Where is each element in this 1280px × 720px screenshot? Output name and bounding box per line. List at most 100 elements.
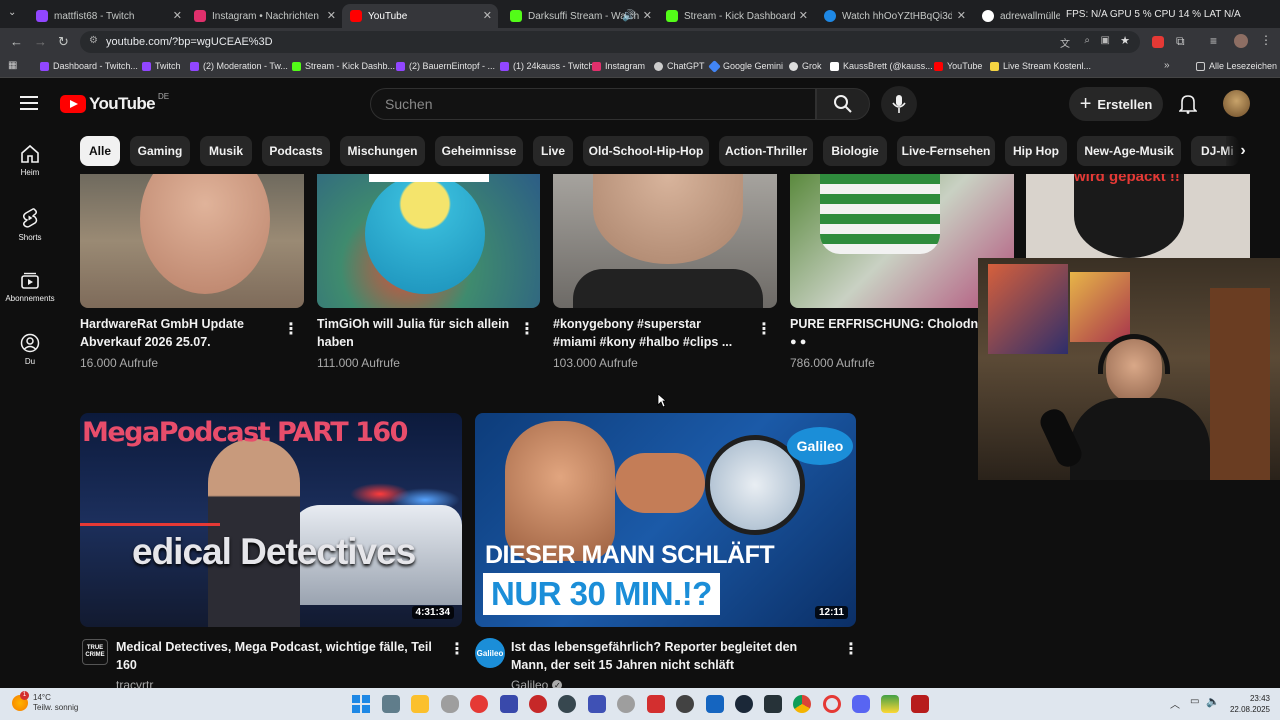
volume-tray-icon[interactable]: 🔈 <box>1206 695 1220 708</box>
sidebar-item-home[interactable]: Heim <box>0 144 60 177</box>
video-menu-kebab-icon[interactable]: ⋮ <box>519 322 535 338</box>
bookmark-item[interactable]: KaussBrett (@kauss... <box>830 61 933 71</box>
visual-studio-icon[interactable] <box>500 695 518 713</box>
close-tab-icon[interactable]: ✕ <box>173 9 182 22</box>
youtube-logo[interactable]: YouTube DE <box>60 92 169 114</box>
obs-icon[interactable] <box>558 695 576 713</box>
weather-widget[interactable]: 1 14°C Teilw. sonnig <box>12 691 78 713</box>
all-bookmarks-folder[interactable]: Alle Lesezeichen <box>1196 61 1277 71</box>
bookmark-item[interactable]: Instagram <box>592 61 645 71</box>
video-title[interactable]: Ist das lebensgefährlich? Reporter begle… <box>511 638 831 674</box>
sidebar-item-shorts[interactable]: Shorts <box>0 207 60 242</box>
video-thumbnail[interactable] <box>553 174 777 308</box>
bookmark-star-icon[interactable]: ★ <box>1120 34 1130 47</box>
tray-chevron-up-icon[interactable]: ︿ <box>1170 696 1180 711</box>
chip-musik[interactable]: Musik <box>200 136 252 166</box>
tab-list-icon[interactable]: ⌄ <box>8 7 16 18</box>
notifications-bell-icon[interactable] <box>1179 94 1197 114</box>
tab-google[interactable]: adrewallmüller - Go <box>974 4 1064 28</box>
tab-kick-stream[interactable]: Darksuffi Stream - Watch L 🔊 ✕ <box>502 4 658 28</box>
address-bar[interactable]: ⚙ youtube.com/?bp=wgUCEAE%3D 文 ⌕ ▣ ★ <box>80 31 1140 53</box>
chip-hip-hop[interactable]: Hip Hop <box>1005 136 1067 166</box>
close-tab-icon[interactable]: ✕ <box>327 9 336 22</box>
bookmark-item[interactable]: (2) Moderation - Tw... <box>190 61 288 71</box>
create-button[interactable]: + Erstellen <box>1069 87 1163 121</box>
tab-kick-dashboard[interactable]: Stream - Kick Dashboard ✕ <box>658 4 814 28</box>
close-tab-icon[interactable]: ✕ <box>799 9 808 22</box>
opera-icon[interactable] <box>823 695 841 713</box>
chip-biologie[interactable]: Biologie <box>823 136 887 166</box>
video-menu-kebab-icon[interactable]: ⋮ <box>449 642 465 658</box>
zoom-icon[interactable]: ⌕ <box>1084 35 1090 46</box>
close-tab-icon[interactable]: ✕ <box>483 9 492 22</box>
capture-app-icon[interactable] <box>676 695 694 713</box>
clock[interactable]: 23:43 22.08.2025 <box>1224 693 1270 715</box>
profile-avatar[interactable] <box>1234 34 1248 48</box>
channel-avatar[interactable]: TRUE CRIME <box>82 639 108 665</box>
video-thumbnail[interactable]: wird gepackt !! <box>1026 174 1250 258</box>
network-app-icon[interactable] <box>706 695 724 713</box>
chip-gaming[interactable]: Gaming <box>130 136 190 166</box>
bookmark-item[interactable]: Grok <box>789 61 822 71</box>
record-app-icon[interactable] <box>529 695 547 713</box>
chip-new-age-musik[interactable]: New-Age-Musik <box>1077 136 1181 166</box>
bookmark-item[interactable]: Dashboard - Twitch... <box>40 61 138 71</box>
video-title[interactable]: TimGiOh will Julia für sich allein haben <box>317 315 517 351</box>
video-title[interactable]: HardwareRat GmbH Update Abverkauf 2026 2… <box>80 315 280 351</box>
video-title[interactable]: #konygebony #superstar #miami #kony #hal… <box>553 315 753 351</box>
discord-icon[interactable] <box>852 695 870 713</box>
app-icon[interactable] <box>911 695 929 713</box>
tab-watch[interactable]: Watch hhOoYZtHBqQi3d-dmx ✕ <box>816 4 972 28</box>
audio-icon[interactable]: 🔊 <box>622 9 636 22</box>
more-bookmarks-icon[interactable]: » <box>1164 60 1170 71</box>
adblock-extension-icon[interactable] <box>1152 36 1164 48</box>
video-thumbnail[interactable]: Galileo DIESER MANN SCHLÄFT NUR 30 MIN.!… <box>475 413 856 627</box>
back-arrow-icon[interactable]: ← <box>10 34 23 49</box>
calculator-icon[interactable] <box>382 695 400 713</box>
bookmark-item[interactable]: Twitch <box>142 61 181 71</box>
video-menu-kebab-icon[interactable]: ⋮ <box>843 642 859 658</box>
steam-icon[interactable] <box>735 695 753 713</box>
file-explorer-icon[interactable] <box>411 695 429 713</box>
search-input[interactable]: Suchen <box>370 88 816 120</box>
chip-alle[interactable]: Alle <box>80 136 120 166</box>
chip-mischungen[interactable]: Mischungen <box>340 136 425 166</box>
game-controller-icon[interactable] <box>588 695 606 713</box>
sidebar-item-subscriptions[interactable]: Abonnements <box>0 270 60 303</box>
video-title[interactable]: PURE ERFRISCHUNG: Cholodnik ● ● <box>790 315 980 351</box>
chrome-icon[interactable] <box>793 695 811 713</box>
apps-grid-icon[interactable]: ▦ <box>8 60 17 71</box>
bookmark-item[interactable]: Stream - Kick Dashb... <box>292 61 395 71</box>
tab-twitch[interactable]: mattfist68 - Twitch ✕ <box>28 4 188 28</box>
sidebar-item-you[interactable]: Du <box>0 333 60 366</box>
voice-search-button[interactable] <box>881 86 917 122</box>
bookmark-item[interactable]: YouTube <box>934 61 982 71</box>
close-tab-icon[interactable]: ✕ <box>643 9 652 22</box>
browser-menu-icon[interactable]: ⋮ <box>1260 33 1272 47</box>
search-button[interactable] <box>816 88 870 120</box>
menu-hamburger-icon[interactable] <box>20 95 40 111</box>
chips-scroll-right-button[interactable]: › <box>1226 136 1260 166</box>
bookmark-item[interactable]: Google Gemini <box>708 59 783 73</box>
bookmark-item[interactable]: Live Stream Kostenl... <box>990 61 1091 71</box>
bookmark-item[interactable]: ChatGPT <box>654 61 705 71</box>
video-menu-kebab-icon[interactable]: ⋮ <box>756 322 772 338</box>
lightning-app-icon[interactable] <box>470 695 488 713</box>
chip-geheimnisse[interactable]: Geheimnisse <box>435 136 523 166</box>
video-menu-kebab-icon[interactable]: ⋮ <box>283 322 299 338</box>
windows-start-icon[interactable] <box>352 695 370 713</box>
video-thumbnail[interactable]: MegaPodcast PART 160 edical Detectives 4… <box>80 413 462 627</box>
settings-gear-icon[interactable] <box>617 695 635 713</box>
translate-icon[interactable]: 文 <box>1060 35 1070 50</box>
media-app-icon[interactable] <box>647 695 665 713</box>
chip-live[interactable]: Live <box>533 136 573 166</box>
install-icon[interactable]: ▣ <box>1101 35 1110 46</box>
media-icon[interactable]: ≡ <box>1210 34 1217 48</box>
site-info-icon[interactable]: ⚙ <box>89 35 98 46</box>
channel-avatar[interactable]: Galileo <box>475 638 505 668</box>
extensions-icon[interactable]: ⧉ <box>1176 34 1185 49</box>
bookmark-item[interactable]: (1) 24kauss - Twitch <box>500 61 593 71</box>
bookmark-item[interactable]: (2) BauernEintopf - ... <box>396 61 495 71</box>
video-thumbnail[interactable] <box>317 174 540 308</box>
tab-youtube[interactable]: YouTube ✕ <box>342 4 498 28</box>
